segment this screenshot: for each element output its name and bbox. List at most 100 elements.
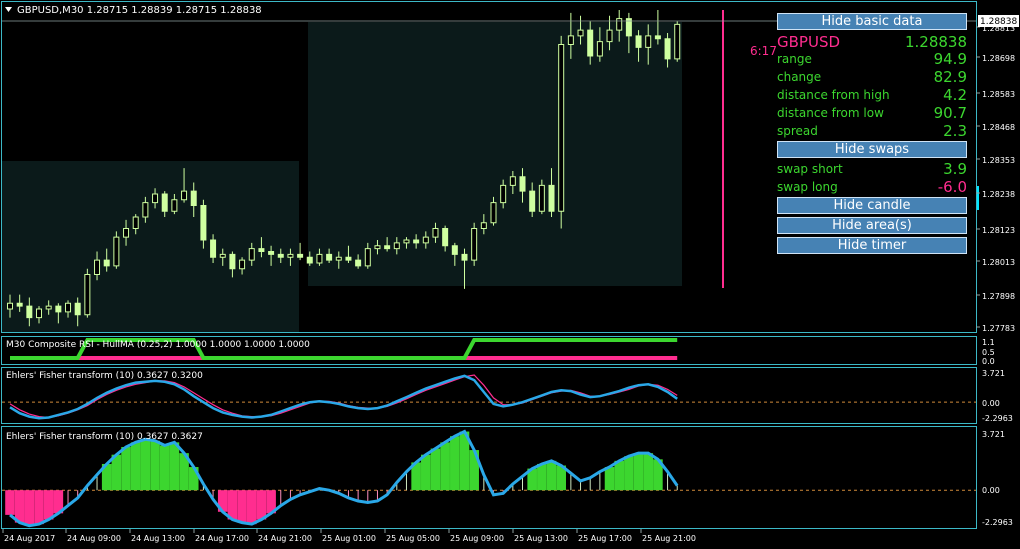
- info-value: 4.2: [943, 86, 967, 104]
- sub-axis-label: 3.721: [982, 430, 1005, 439]
- time-tick-label: 24 Aug 09:00: [67, 534, 121, 543]
- fisher-hist-title: Ehlers' Fisher transform (10) 0.3627 0.3…: [6, 432, 203, 442]
- hide-basic-data-button[interactable]: Hide basic data: [777, 13, 967, 30]
- candle-body: [152, 193, 159, 204]
- hist-bar: [237, 490, 247, 523]
- candle-body: [84, 274, 91, 316]
- hist-bar: [614, 460, 625, 491]
- candle-body: [616, 18, 623, 31]
- candle-body: [316, 253, 323, 264]
- info-row: distance from low 90.7: [777, 104, 967, 122]
- candle-body: [113, 236, 120, 267]
- candle-body: [422, 236, 429, 244]
- sub-axis-label: 0.5: [982, 348, 995, 357]
- candle-body: [7, 302, 13, 310]
- candle-body: [345, 256, 352, 261]
- price-tick-label: 1.28698: [982, 54, 1015, 63]
- candle-body: [558, 44, 565, 212]
- hist-bar: [537, 463, 547, 491]
- price-tick-label: 1.27783: [982, 324, 1015, 333]
- candle-body: [413, 239, 420, 244]
- sub-axis-label: 3.721: [982, 369, 1005, 378]
- candle-body: [36, 308, 43, 319]
- candle-body: [364, 248, 371, 267]
- rsi-title: M30 Composite RSI - HullMA (0.25,2) 1.00…: [6, 340, 310, 350]
- session-zone-2: [308, 22, 682, 286]
- candle-body: [567, 35, 574, 45]
- price-tick-label: 1.28123: [982, 226, 1015, 235]
- info-row: distance from high 4.2: [777, 86, 967, 104]
- candle-body: [451, 245, 458, 255]
- chart-title: GBPUSD,M30 1.28715 1.28839 1.28715 1.288…: [17, 5, 262, 16]
- hist-bar: [421, 454, 431, 491]
- info-value: 94.9: [933, 50, 967, 68]
- price-tick-label: 1.28238: [982, 190, 1015, 199]
- candle-body: [490, 202, 497, 224]
- candle-body: [529, 190, 536, 212]
- candle-body: [674, 23, 681, 60]
- info-value: 3.9: [943, 160, 967, 178]
- candle-body: [587, 29, 594, 57]
- candle-body: [306, 256, 313, 264]
- sub-axes: 1.10.50.0 3.721 0.00 -2.2963 3.721 0.00 -2.296…: [982, 338, 1013, 527]
- candle-body: [26, 305, 33, 319]
- hist-bar: [430, 448, 441, 491]
- hide-areas-button[interactable]: Hide area(s): [777, 217, 967, 234]
- candle-body: [277, 253, 284, 258]
- candle-body: [258, 248, 265, 252]
- candle-body: [519, 176, 526, 192]
- candle: [84, 268, 91, 318]
- candle-body: [393, 242, 400, 250]
- candle-body: [210, 239, 217, 258]
- hide-swaps-button[interactable]: Hide swaps: [777, 141, 967, 158]
- candle-body: [596, 41, 603, 57]
- hist-bar: [546, 460, 557, 491]
- hist-bar: [440, 442, 450, 491]
- candle-body: [432, 228, 439, 238]
- info-value: 2.3: [943, 122, 967, 140]
- time-tick-label: 24 Aug 2017: [4, 534, 55, 543]
- candle-body: [664, 38, 671, 60]
- fisher-title: Ehlers' Fisher transform (10) 0.3627 0.3…: [6, 371, 203, 381]
- hide-timer-button[interactable]: Hide timer: [777, 237, 967, 254]
- hide-candle-button[interactable]: Hide candle: [777, 197, 967, 214]
- info-value: 82.9: [933, 68, 967, 86]
- sub-axis-label: 1.1: [982, 338, 995, 347]
- price-tick-label: 1.28353: [982, 156, 1015, 165]
- info-label: distance from high: [777, 88, 890, 102]
- candle-body: [55, 305, 62, 313]
- candle-body: [374, 245, 381, 250]
- price-tick-label: 1.28468: [982, 123, 1015, 132]
- price-tick-label: 1.28013: [982, 258, 1015, 267]
- candle-body: [123, 228, 130, 238]
- candle-body: [268, 251, 275, 255]
- symbol-price: 1.28838: [904, 33, 967, 51]
- info-row: change 82.9: [777, 68, 967, 86]
- candle: [558, 35, 565, 229]
- candle-body: [577, 29, 584, 37]
- candle-body: [65, 302, 72, 313]
- candle-body: [635, 35, 642, 48]
- candle-body: [509, 176, 516, 186]
- hist-bar: [246, 490, 257, 525]
- hist-bar: [169, 442, 180, 491]
- hist-bar: [256, 490, 267, 520]
- hist-bar: [633, 453, 644, 491]
- hist-bar: [643, 453, 654, 491]
- candle-body: [219, 253, 226, 258]
- time-tick-label: 25 Aug 13:00: [514, 534, 568, 543]
- candle-body: [229, 253, 236, 270]
- hist-bar: [121, 446, 131, 491]
- hist-bar: [43, 490, 54, 520]
- candle: [113, 231, 120, 269]
- time-tick-label: 24 Aug 17:00: [195, 534, 249, 543]
- time-tick-label: 24 Aug 21:00: [258, 534, 312, 543]
- candle-body: [355, 259, 362, 267]
- info-label: swap short: [777, 162, 843, 176]
- candle-body: [248, 248, 255, 261]
- candle-body: [45, 305, 52, 310]
- countdown-timer: 6:17: [750, 44, 777, 58]
- time-tick-label: 24 Aug 13:00: [131, 534, 185, 543]
- time-tick-label: 25 Aug 05:00: [386, 534, 440, 543]
- candle-body: [538, 184, 545, 212]
